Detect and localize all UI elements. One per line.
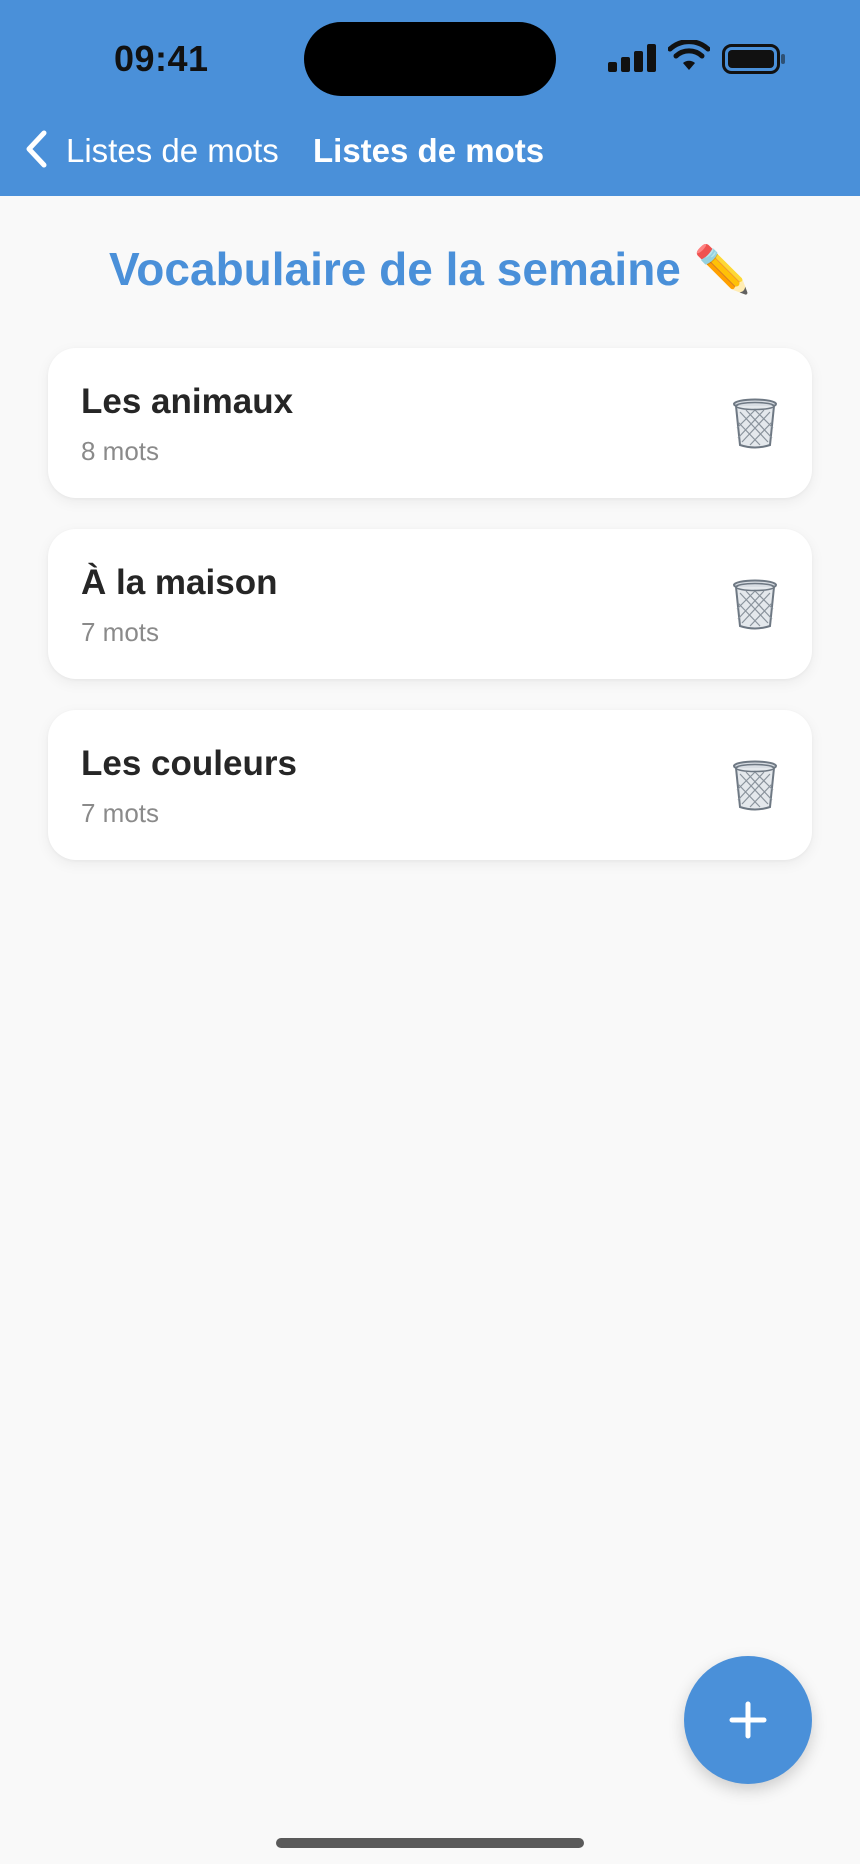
signal-icon (608, 44, 656, 72)
back-button[interactable]: Listes de mots (66, 132, 279, 170)
battery-icon (722, 44, 785, 74)
list-item[interactable]: À la maison 7 mots (48, 529, 812, 679)
page-title: Vocabulaire de la semaine ✏️ (109, 243, 751, 295)
list-item[interactable]: Les animaux 8 mots (48, 348, 812, 498)
list-title: À la maison (81, 563, 278, 602)
list-word-count: 7 mots (81, 798, 160, 828)
list-title: Les couleurs (81, 744, 297, 783)
wifi-icon (668, 40, 710, 70)
trash-icon[interactable] (732, 398, 778, 450)
status-time: 09:41 (114, 38, 209, 79)
dynamic-island (304, 22, 556, 96)
trash-icon[interactable] (732, 579, 778, 631)
list-word-count: 7 mots (81, 617, 160, 647)
trash-icon[interactable] (732, 760, 778, 812)
chevron-left-icon[interactable] (22, 128, 52, 170)
header: 09:41 Listes de mots Listes de mots (0, 0, 860, 196)
list-title: Les animaux (81, 382, 294, 421)
nav-title: Listes de mots (313, 132, 545, 169)
word-lists: Les animaux 8 mots À la maison 7 mots Le… (48, 348, 812, 891)
add-list-button[interactable] (684, 1656, 812, 1784)
list-word-count: 8 mots (81, 436, 160, 466)
list-item[interactable]: Les couleurs 7 mots (48, 710, 812, 860)
plus-icon (729, 1701, 767, 1739)
home-indicator[interactable] (276, 1838, 584, 1848)
screen: 09:41 Listes de mots Listes de mots Voca… (0, 0, 860, 1864)
